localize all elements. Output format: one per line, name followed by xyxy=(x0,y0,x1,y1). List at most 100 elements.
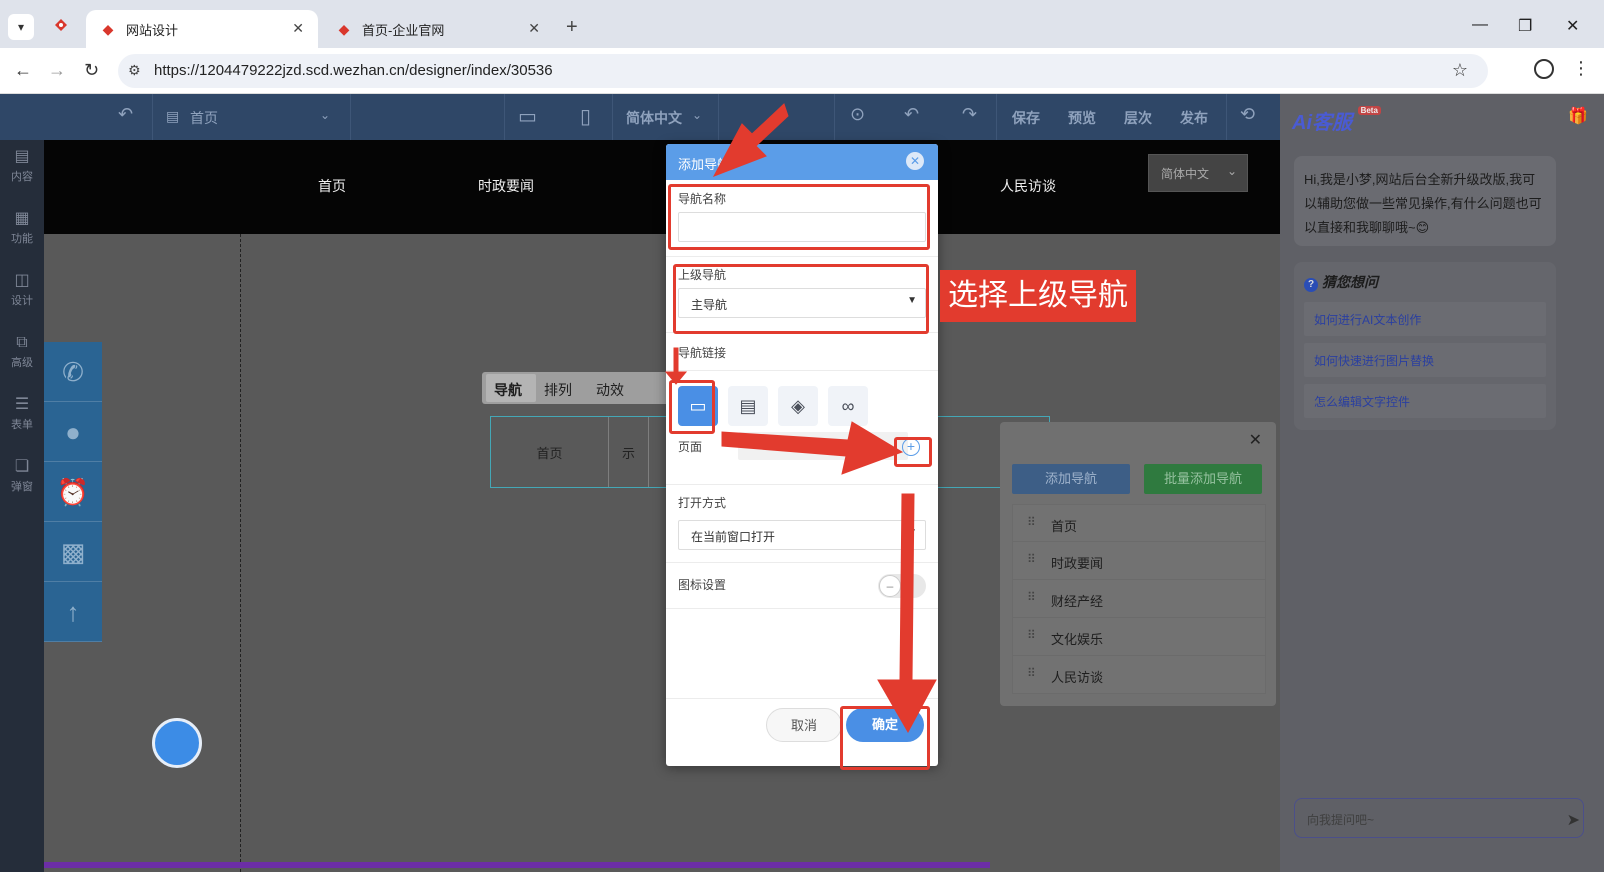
ai-chat-input[interactable]: 向我提问吧~ xyxy=(1294,798,1584,838)
section-divider xyxy=(666,562,938,563)
gift-icon[interactable]: 🎁 xyxy=(1568,106,1588,126)
drag-handle-icon[interactable]: ⠿ xyxy=(1027,515,1036,529)
tab-search-button[interactable]: ▾ xyxy=(8,14,34,40)
dialog-header: 添加导航 ✕ xyxy=(666,144,938,180)
tab-home-page[interactable]: ◆ 首页-企业官网 ✕ xyxy=(322,10,554,48)
phone-float-button[interactable]: ✆ xyxy=(44,342,102,402)
browser-menu-icon[interactable]: ⋮ xyxy=(1572,58,1590,79)
sidebar-item-features[interactable]: ▦ 功能 xyxy=(0,202,44,262)
sidebar-item-forms[interactable]: ☰ 表单 xyxy=(0,388,44,448)
cancel-button[interactable]: 取消 xyxy=(766,708,842,742)
suggestion-item[interactable]: 如何进行AI文本创作 xyxy=(1304,302,1546,336)
undo-icon[interactable]: ↶ xyxy=(118,104,133,125)
save-button[interactable]: 保存 xyxy=(1012,108,1040,128)
forward-icon[interactable]: → xyxy=(48,60,66,81)
minimize-icon[interactable]: — xyxy=(1472,16,1488,34)
chevron-down-icon[interactable]: ⌄ xyxy=(692,108,702,122)
close-tab-icon[interactable]: ✕ xyxy=(528,20,540,37)
bookmark-star-icon[interactable]: ☆ xyxy=(1452,60,1468,81)
drag-handle-icon[interactable]: ⠿ xyxy=(1027,628,1036,642)
qrcode-float-button[interactable]: ▩ xyxy=(44,522,102,582)
drag-handle-icon[interactable]: ⠿ xyxy=(1027,552,1036,566)
new-tab-button[interactable]: + xyxy=(566,16,578,38)
sidebar-item-advanced[interactable]: ⧉ 高级 xyxy=(0,326,44,386)
close-icon[interactable]: ✕ xyxy=(1249,430,1262,450)
sidebar-item-design[interactable]: ◫ 设计 xyxy=(0,264,44,324)
suggestion-item[interactable]: 如何快速进行图片替换 xyxy=(1304,343,1546,377)
page-selector[interactable]: 首页 xyxy=(190,108,218,128)
ai-assistant-panel: Ai客服 Beta 🎁 Hi,我是小梦,网站后台全新升级改版,我可以辅助您做一些… xyxy=(1280,94,1604,872)
history-icon[interactable]: ⟲ xyxy=(1240,104,1255,125)
highlight-parent-nav xyxy=(673,264,929,334)
phone-icon: ✆ xyxy=(62,357,84,387)
alarm-icon: ⏰ xyxy=(56,477,90,507)
profile-icon[interactable] xyxy=(1534,59,1554,79)
open-method-select[interactable]: 在当前窗口打开 ▼ xyxy=(678,520,926,550)
tab-arrange[interactable]: 排列 xyxy=(544,380,572,400)
close-window-icon[interactable]: ✕ xyxy=(1566,16,1579,36)
back-icon[interactable]: ← xyxy=(14,60,32,81)
url-field[interactable]: ⚙ https://1204479222jzd.scd.wezhan.cn/de… xyxy=(118,54,1488,88)
qq-float-button[interactable]: ● xyxy=(44,402,102,462)
grid-icon: ▦ xyxy=(14,210,30,227)
undo-icon[interactable]: ↶ xyxy=(904,104,919,125)
pinned-tab[interactable] xyxy=(46,14,76,42)
layer-link-type-button[interactable]: ◈ xyxy=(778,386,818,426)
nav-widget-item[interactable]: 首页 xyxy=(491,417,609,487)
url-link-type-button[interactable]: ∞ xyxy=(828,386,868,426)
floating-action-button[interactable] xyxy=(152,718,202,768)
suggestion-item[interactable]: 怎么编辑文字控件 xyxy=(1304,384,1546,418)
site-nav-item[interactable]: 首页 xyxy=(318,176,346,196)
site-nav-item[interactable]: 时政要闻 xyxy=(478,176,534,196)
tab-nav[interactable]: 导航 xyxy=(486,374,536,402)
publish-button[interactable]: 发布 xyxy=(1180,108,1208,128)
desktop-view-icon[interactable]: ▭ xyxy=(518,104,537,129)
reload-icon[interactable]: ↻ xyxy=(84,60,99,81)
sidebar-item-popups[interactable]: ❏ 弹窗 xyxy=(0,450,44,510)
nav-link-label: 导航链接 xyxy=(678,346,727,360)
arrow-up-icon: ↑ xyxy=(66,597,80,627)
ai-greeting-message: Hi,我是小梦,网站后台全新升级改版,我可以辅助您做一些常见操作,有什么问题也可… xyxy=(1294,156,1556,246)
close-icon[interactable]: ✕ xyxy=(906,152,924,170)
add-nav-button[interactable]: 添加导航 xyxy=(1012,464,1130,494)
chevron-down-icon[interactable]: ⌄ xyxy=(320,108,330,122)
send-icon[interactable]: ➤ xyxy=(1567,810,1580,830)
beta-badge: Beta xyxy=(1357,106,1381,115)
page-icon: ▤ xyxy=(166,108,180,124)
nav-list-item[interactable]: ⠿ 财经产经 xyxy=(1012,580,1266,618)
close-tab-icon[interactable]: ✕ xyxy=(292,20,304,37)
layers-button[interactable]: 层次 xyxy=(1124,108,1152,128)
drag-handle-icon[interactable]: ⠿ xyxy=(1027,666,1036,680)
batch-add-nav-button[interactable]: 批量添加导航 xyxy=(1144,464,1262,494)
toolbar-divider xyxy=(1226,94,1227,140)
tab-website-design[interactable]: ◆ 网站设计 ✕ xyxy=(86,10,318,48)
icon-setting-toggle[interactable]: – xyxy=(878,574,926,598)
site-nav-item[interactable]: 人民访谈 xyxy=(1000,176,1056,196)
drag-handle-icon[interactable]: ⠿ xyxy=(1027,590,1036,604)
clock-float-button[interactable]: ⏰ xyxy=(44,462,102,522)
mobile-view-icon[interactable]: ▯ xyxy=(580,104,591,129)
preview-button[interactable]: 预览 xyxy=(1068,108,1096,128)
nav-list-item[interactable]: ⠿ 首页 xyxy=(1012,504,1266,542)
nav-widget-item[interactable]: 示 xyxy=(609,417,649,487)
site-favicon-icon: ◆ xyxy=(338,21,350,37)
site-settings-icon[interactable]: ⚙ xyxy=(128,62,141,79)
page-select-field[interactable] xyxy=(738,432,908,460)
article-link-type-button[interactable]: ▤ xyxy=(728,386,768,426)
redo-icon[interactable]: ↷ xyxy=(962,104,977,125)
ai-suggestions: ? 猜您想问 如何进行AI文本创作 如何快速进行图片替换 怎么编辑文字控件 xyxy=(1294,262,1556,430)
restore-icon[interactable]: ❐ xyxy=(1518,16,1532,36)
sidebar-item-label: 表单 xyxy=(11,419,33,431)
sidebar-item-content[interactable]: ▤ 内容 xyxy=(0,140,44,200)
ai-logo-text: Ai客服 xyxy=(1292,112,1352,134)
nav-list-item[interactable]: ⠿ 人民访谈 xyxy=(1012,656,1266,694)
toolbar-divider xyxy=(996,94,997,140)
nav-list-item[interactable]: ⠿ 时政要闻 xyxy=(1012,542,1266,580)
tab-animation[interactable]: 动效 xyxy=(596,380,624,400)
section-divider xyxy=(666,370,938,371)
site-language-selector[interactable]: 简体中文 ⌄ xyxy=(1148,154,1248,192)
language-selector[interactable]: 简体中文 xyxy=(626,108,682,128)
more-icon[interactable]: ⊙ xyxy=(850,104,865,125)
nav-list-item[interactable]: ⠿ 文化娱乐 xyxy=(1012,618,1266,656)
back-to-top-button[interactable]: ↑ xyxy=(44,582,102,642)
